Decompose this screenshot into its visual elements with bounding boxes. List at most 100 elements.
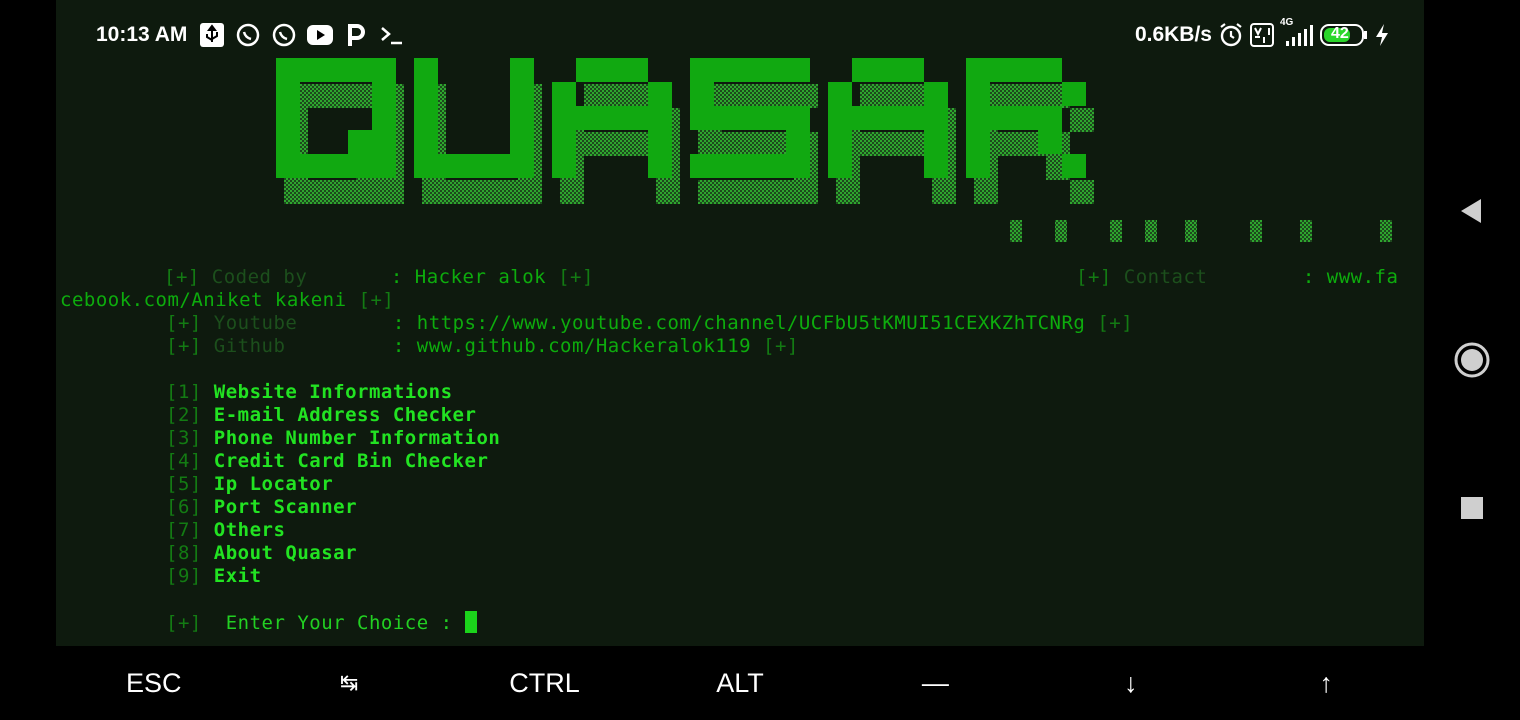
bracket: [+]: [166, 335, 202, 357]
banner-block: [1038, 58, 1062, 82]
banner-block: [510, 82, 534, 106]
banner-block: [276, 130, 300, 154]
contact-label: Contact: [1123, 266, 1208, 288]
menu-item-exit[interactable]: [9] Exit: [166, 565, 262, 587]
banner-block: [576, 106, 600, 130]
banner-block: [510, 130, 534, 154]
coded-by-value: Hacker alok: [414, 266, 547, 288]
banner-block: [966, 58, 990, 82]
menu-item-about-quasar[interactable]: [8] About Quasar: [166, 542, 357, 564]
recents-icon[interactable]: [1424, 496, 1520, 520]
battery-level: 42: [1331, 25, 1349, 42]
banner-block: [924, 130, 948, 154]
menu-number: [8]: [166, 542, 202, 564]
banner-block: [552, 130, 576, 154]
banner-block: [738, 58, 762, 82]
banner-block: [690, 58, 714, 82]
menu-label: Website Informations: [213, 381, 453, 403]
youtube-label: Youtube: [213, 312, 298, 334]
banner-block: [924, 106, 948, 130]
menu-number: [5]: [166, 473, 202, 495]
banner-shadow-block: [860, 84, 884, 108]
dash-key[interactable]: —: [838, 646, 1033, 720]
esc-key[interactable]: ESC: [56, 646, 251, 720]
banner-speck: [1300, 220, 1312, 242]
choice-prompt[interactable]: [+] Enter Your Choice :: [166, 611, 477, 634]
bracket: [+]: [558, 266, 594, 288]
banner-block: [828, 130, 852, 154]
text-cursor: [464, 611, 477, 633]
banner-block: [600, 58, 624, 82]
menu-label: E-mail Address Checker: [213, 404, 477, 426]
menu-label: Others: [213, 519, 286, 541]
banner-block: [990, 106, 1014, 130]
github-label: Github: [213, 335, 286, 357]
colon: :: [1302, 266, 1315, 288]
banner-block: [690, 106, 714, 130]
extra-keys-bar: ESC ↹ CTRL ALT — ↓ ↑: [56, 646, 1424, 720]
bracket: [+]: [1076, 266, 1112, 288]
banner-shadow-block: [356, 180, 380, 204]
banner-block: [828, 154, 852, 178]
banner-block: [414, 58, 438, 82]
prompt-text: Enter Your Choice :: [225, 612, 453, 634]
banner-shadow-block: [470, 180, 494, 204]
menu-label: Phone Number Information: [213, 427, 501, 449]
network-type: 4G: [1280, 17, 1294, 28]
banner-shadow-block: [794, 84, 818, 108]
banner-block: [966, 106, 990, 130]
banner-shadow-block: [608, 84, 632, 108]
menu-item-email-checker[interactable]: [2] E-mail Address Checker: [166, 404, 476, 426]
whatsapp-icon: [233, 20, 263, 50]
banner-block: [414, 154, 438, 178]
banner-block: [276, 154, 300, 178]
banner-block: [510, 106, 534, 130]
banner-block: [300, 58, 324, 82]
banner-shadow-block: [1022, 84, 1046, 108]
back-icon[interactable]: [1424, 196, 1520, 226]
contact-value-start: www.fa: [1326, 266, 1399, 288]
whatsapp-icon: [269, 20, 299, 50]
banner-block: [576, 58, 600, 82]
banner-block: [738, 106, 762, 130]
up-arrow-key[interactable]: ↑: [1229, 646, 1424, 720]
menu-item-port-scanner[interactable]: [6] Port Scanner: [166, 496, 357, 518]
banner-block: [852, 106, 876, 130]
banner-shadow-block: [836, 180, 860, 204]
home-icon[interactable]: [1424, 342, 1520, 378]
banner-shadow-block: [722, 180, 746, 204]
menu-item-others[interactable]: [7] Others: [166, 519, 285, 541]
banner-shadow-block: [284, 180, 308, 204]
menu-item-website-informations[interactable]: [1] Website Informations: [166, 381, 453, 403]
menu-item-ip-locator[interactable]: [5] Ip Locator: [166, 473, 333, 495]
banner-block: [828, 106, 852, 130]
banner-block: [486, 154, 510, 178]
menu-item-credit-card-bin[interactable]: [4] Credit Card Bin Checker: [166, 450, 488, 472]
banner-block: [348, 58, 372, 82]
banner-block: [876, 58, 900, 82]
banner-speck: [1185, 220, 1197, 242]
menu-label: Port Scanner: [213, 496, 358, 518]
menu-number: [9]: [166, 565, 202, 587]
banner-block: [600, 106, 624, 130]
banner-shadow-block: [380, 180, 404, 204]
youtube-icon: [305, 20, 335, 50]
bracket: [+]: [166, 312, 202, 334]
banner-block: [552, 154, 576, 178]
banner-shadow-block: [746, 180, 770, 204]
tab-key[interactable]: ↹: [251, 646, 446, 720]
banner-block: [762, 106, 786, 130]
banner-block: [324, 58, 348, 82]
network-speed: 0.6KB/s: [1134, 23, 1212, 46]
youtube-line: [+] Youtube : https://www.youtube.com/ch…: [166, 312, 1133, 334]
alt-key[interactable]: ALT: [642, 646, 837, 720]
banner-speck: [1380, 220, 1392, 242]
banner-block: [462, 154, 486, 178]
banner-shadow-block: [1070, 180, 1094, 204]
banner-block: [966, 82, 990, 106]
banner-shadow-block: [770, 180, 794, 204]
down-arrow-key[interactable]: ↓: [1033, 646, 1228, 720]
ctrl-key[interactable]: CTRL: [447, 646, 642, 720]
banner-shadow-block: [584, 84, 608, 108]
menu-item-phone-number[interactable]: [3] Phone Number Information: [166, 427, 500, 449]
